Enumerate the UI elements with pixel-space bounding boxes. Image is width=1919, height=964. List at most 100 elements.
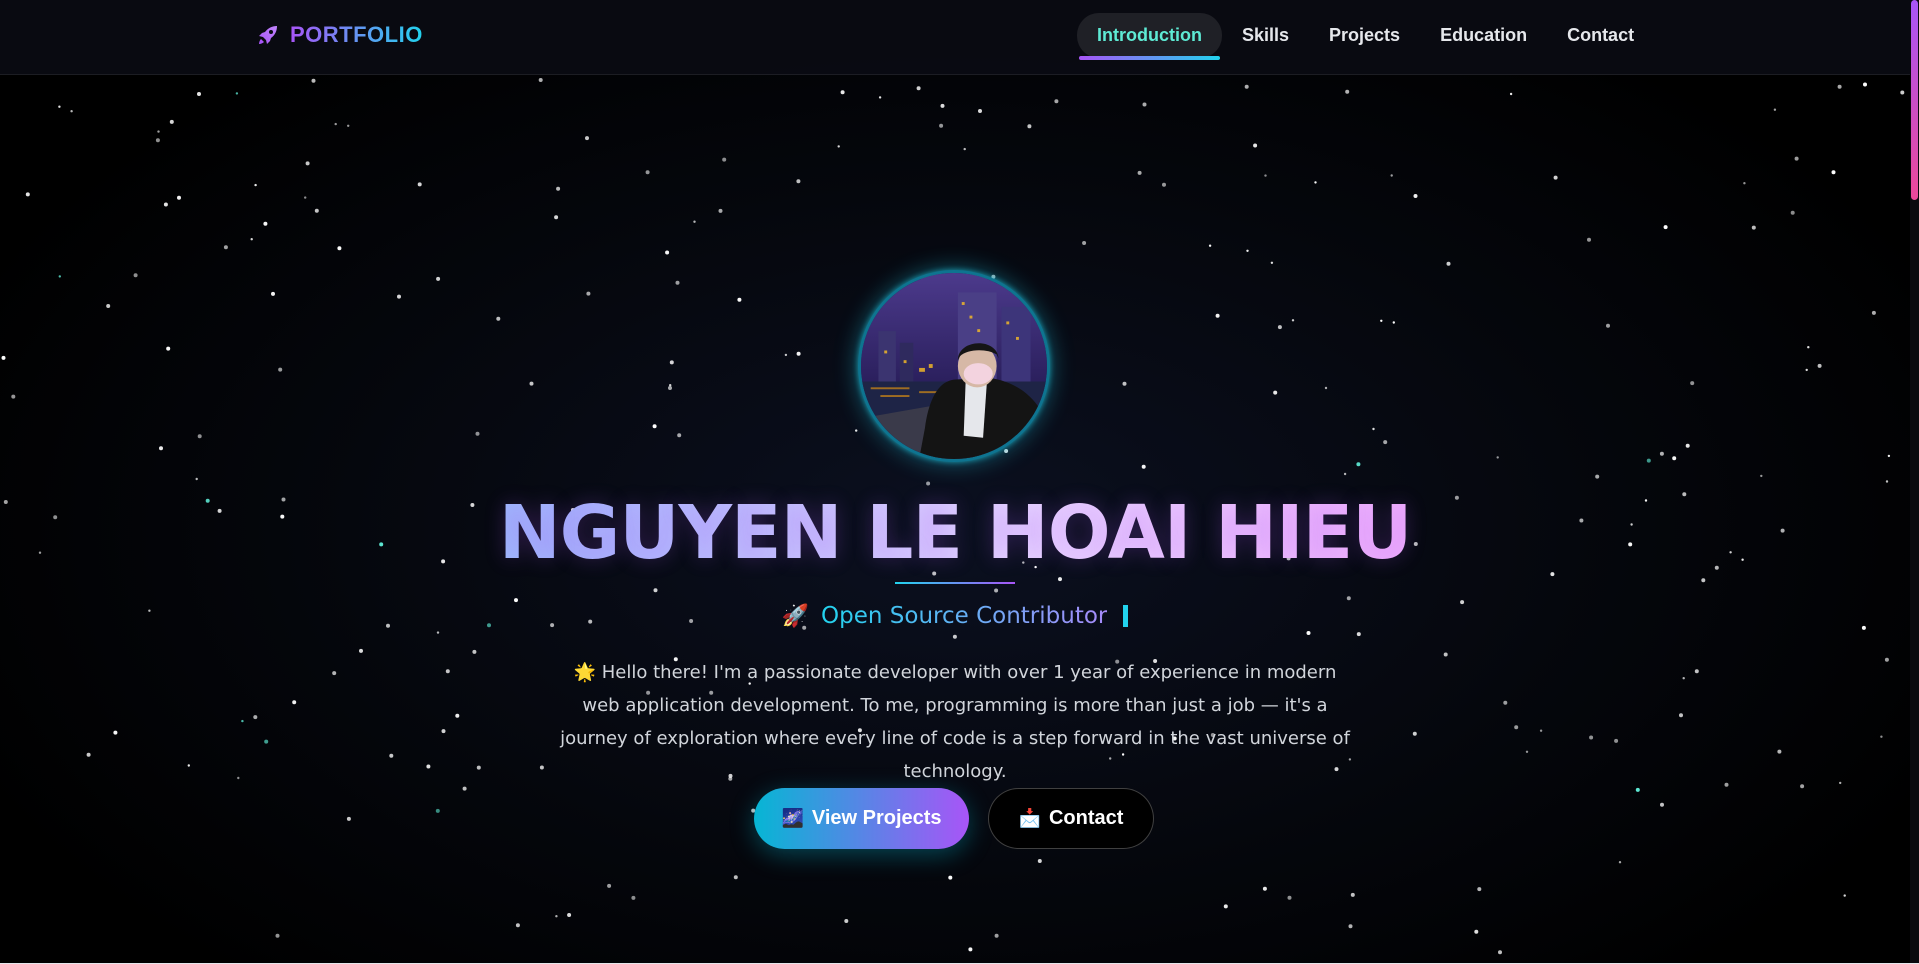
star [1346, 596, 1351, 601]
star [631, 895, 636, 900]
star [1900, 90, 1905, 95]
scrollbar[interactable] [1910, 0, 1919, 964]
star [426, 764, 431, 769]
star [25, 192, 30, 197]
star [645, 170, 650, 175]
star [1880, 735, 1883, 738]
brand-name: PORTFOLIO [290, 22, 423, 47]
star [1807, 346, 1810, 349]
star [1663, 225, 1668, 230]
star [1208, 244, 1212, 247]
star [1162, 182, 1166, 187]
star [668, 386, 672, 390]
star [1027, 124, 1032, 129]
star [159, 446, 163, 451]
star [1595, 474, 1600, 479]
star [669, 360, 674, 365]
nav-item-introduction[interactable]: Introduction [1077, 13, 1222, 60]
star [1885, 480, 1889, 483]
star [187, 764, 190, 767]
star [1270, 261, 1274, 264]
star [722, 157, 727, 162]
star [1412, 731, 1417, 736]
star [652, 424, 657, 429]
star [223, 245, 228, 250]
star [389, 753, 394, 758]
star [796, 179, 801, 184]
star [235, 92, 239, 95]
star [1694, 669, 1699, 674]
star [948, 875, 953, 880]
star [1037, 859, 1042, 863]
star [1751, 225, 1756, 230]
star [1253, 143, 1258, 148]
star [169, 119, 174, 124]
star [1082, 241, 1087, 245]
star [916, 86, 921, 91]
main-nav: Introduction Skills Projects Education C… [1077, 13, 1654, 60]
typing-cursor [1123, 605, 1129, 627]
star [567, 913, 572, 917]
star [304, 196, 307, 199]
star [334, 122, 337, 126]
brand-logo[interactable]: PORTFOLIO [256, 22, 423, 48]
star [1383, 440, 1388, 445]
star [197, 92, 201, 96]
star [1223, 904, 1228, 909]
star [1356, 462, 1361, 467]
star [1503, 700, 1508, 705]
star [1244, 84, 1249, 89]
star [347, 124, 350, 128]
star [1682, 677, 1685, 680]
star [106, 304, 111, 308]
star [253, 715, 258, 720]
star [607, 883, 612, 888]
star [462, 786, 467, 791]
star [878, 96, 882, 99]
star [665, 250, 670, 255]
star [1843, 894, 1846, 897]
star [1141, 464, 1146, 469]
star [1773, 108, 1777, 111]
star [436, 631, 440, 634]
star [968, 947, 973, 952]
star [1392, 321, 1396, 324]
star [1587, 237, 1591, 242]
star [1137, 170, 1142, 175]
nav-item-projects[interactable]: Projects [1309, 13, 1420, 58]
envelope-icon: 📩 [1018, 808, 1041, 828]
star [1839, 781, 1842, 785]
star [1884, 657, 1889, 662]
star [311, 78, 316, 83]
intro-text: Hello there! I'm a passionate developer … [560, 662, 1350, 782]
star [1446, 261, 1451, 266]
star [1, 355, 6, 360]
nav-item-skills[interactable]: Skills [1222, 13, 1309, 58]
star [197, 434, 202, 439]
star [1701, 578, 1706, 583]
contact-button[interactable]: 📩 Contact [988, 788, 1154, 849]
scrollbar-thumb[interactable] [1911, 0, 1918, 200]
star [195, 477, 198, 481]
star [1246, 249, 1249, 252]
star [496, 316, 501, 321]
nav-item-contact[interactable]: Contact [1547, 13, 1654, 58]
view-projects-button[interactable]: 🌌 View Projects [754, 788, 969, 849]
nav-item-education[interactable]: Education [1420, 13, 1547, 58]
rocket-icon [259, 26, 277, 44]
star [1348, 924, 1353, 929]
star [1390, 174, 1393, 177]
star [397, 294, 401, 299]
star [163, 202, 168, 207]
star [254, 183, 257, 187]
star [538, 78, 543, 82]
star [585, 136, 589, 141]
star [1306, 631, 1311, 635]
star [669, 384, 672, 387]
star [539, 765, 544, 770]
star [346, 816, 351, 821]
star [1679, 713, 1683, 718]
star [1525, 750, 1529, 753]
star [1805, 368, 1808, 372]
star [994, 588, 999, 593]
